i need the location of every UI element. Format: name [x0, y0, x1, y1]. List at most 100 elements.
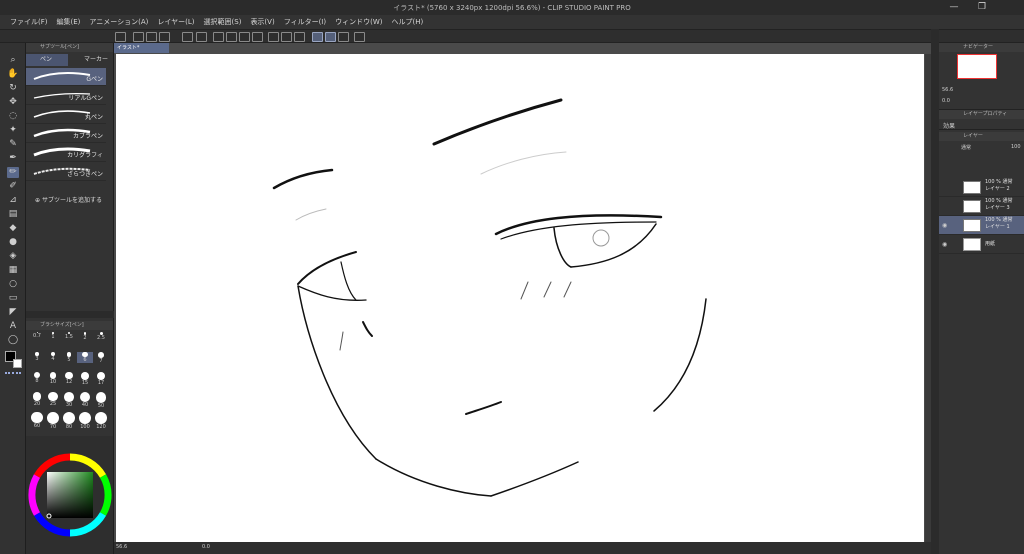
undo-icon[interactable]	[182, 32, 193, 42]
brush-tool-icon[interactable]: ✐	[7, 181, 19, 192]
brush-size-option[interactable]: 17	[93, 372, 109, 386]
hand-icon[interactable]: ✋	[7, 69, 19, 80]
lasso-icon[interactable]: ◌	[7, 111, 19, 122]
brush-size-option[interactable]: 5	[61, 352, 77, 363]
brush-size-option[interactable]: 1	[45, 332, 61, 340]
brush-size-option[interactable]: 30	[61, 392, 77, 408]
brush-size-option[interactable]: 8	[29, 372, 45, 384]
clip-studio-icon[interactable]	[115, 32, 126, 42]
eye-icon[interactable]: ◉	[942, 241, 947, 248]
navigator-angle[interactable]: 0.0	[942, 98, 950, 104]
brush-size-option[interactable]: 70	[45, 412, 61, 430]
menu-edit[interactable]: 編集(E)	[57, 15, 81, 29]
move-icon[interactable]: ✥	[7, 97, 19, 108]
zoom-icon[interactable]: ⌕	[7, 55, 19, 66]
brush-size-option[interactable]: 6	[77, 352, 93, 364]
blend-mode-select[interactable]: 通常	[961, 144, 971, 151]
menu-view[interactable]: 表示(V)	[250, 15, 274, 29]
menu-window[interactable]: ウィンドウ(W)	[335, 15, 382, 29]
brush-size-option[interactable]: 15	[77, 372, 93, 386]
menu-layer[interactable]: レイヤー(L)	[157, 15, 194, 29]
clear-icon[interactable]	[213, 32, 224, 42]
frame-icon[interactable]: ▭	[7, 293, 19, 304]
transform-icon[interactable]	[252, 32, 263, 42]
brush-size-option[interactable]: 20	[29, 392, 45, 407]
brush-size-option[interactable]: 25	[45, 392, 61, 407]
brush-size-option[interactable]: 7	[93, 352, 109, 364]
new-file-icon[interactable]	[133, 32, 144, 42]
menu-animation[interactable]: アニメーション(A)	[89, 15, 148, 29]
fill-icon[interactable]	[239, 32, 250, 42]
rotate-icon[interactable]: ↻	[7, 83, 19, 94]
navigator-zoom[interactable]: 56.6	[942, 87, 953, 93]
color-wheel[interactable]	[26, 436, 114, 554]
brush-round-pen[interactable]: 丸ペン	[26, 106, 106, 124]
redo-icon[interactable]	[196, 32, 207, 42]
brush-size-option[interactable]: 1.5	[61, 332, 77, 340]
brush-size-option[interactable]: 0.7	[29, 332, 45, 339]
brush-size-option[interactable]: 3	[29, 352, 45, 362]
add-subtool-button[interactable]: ⊕ サブツールを追加する	[35, 195, 102, 204]
brush-size-option[interactable]: 40	[77, 392, 93, 408]
brush-g-pen[interactable]: Gペン	[26, 68, 106, 86]
brush-size-option[interactable]: 2.5	[93, 332, 109, 341]
layer-row[interactable]: ◉ 100 % 通常 レイヤー 1	[939, 216, 1024, 235]
restore-button[interactable]: ❐	[968, 0, 996, 15]
blend-icon[interactable]: ●	[7, 237, 19, 248]
document-tab[interactable]: イラスト*	[114, 43, 169, 53]
brush-size-option[interactable]: 100	[77, 412, 93, 430]
menu-help[interactable]: ヘルプ(H)	[391, 15, 423, 29]
menu-file[interactable]: ファイル(F)	[10, 15, 48, 29]
balloon-icon[interactable]: ◯	[7, 335, 19, 346]
gradient-icon[interactable]: ▦	[7, 265, 19, 276]
minimize-button[interactable]: —	[940, 0, 968, 15]
brush-size-option[interactable]: 120	[93, 412, 109, 430]
brush-size-option[interactable]: 4	[45, 352, 61, 362]
brush-size-option[interactable]: 12	[61, 372, 77, 385]
crop-icon[interactable]	[281, 32, 292, 42]
brush-real-g-pen[interactable]: リアルGペン	[26, 87, 106, 105]
brush-size-option[interactable]: 60	[29, 412, 45, 429]
zoom-value[interactable]: 56.6	[116, 544, 127, 550]
open-folder-icon[interactable]	[146, 32, 157, 42]
navigator-preview[interactable]	[957, 54, 997, 79]
figure-icon[interactable]: ○	[7, 279, 19, 290]
layer-row[interactable]: 100 % 通常 レイヤー 2	[939, 178, 1024, 197]
clear-outside-icon[interactable]	[226, 32, 237, 42]
eye-icon[interactable]: ◉	[942, 222, 947, 229]
brush-size-option[interactable]: 80	[61, 412, 77, 430]
eyedropper-icon[interactable]: ✎	[7, 139, 19, 150]
deselect-icon[interactable]	[268, 32, 279, 42]
text-icon[interactable]: A	[7, 321, 19, 332]
snap-grid-icon[interactable]	[338, 32, 349, 42]
settings-icon[interactable]	[354, 32, 365, 42]
snap-ruler-icon[interactable]	[312, 32, 323, 42]
menu-filter[interactable]: フィルター(I)	[284, 15, 326, 29]
tab-pen[interactable]: ペン	[26, 54, 68, 66]
canvas[interactable]	[116, 54, 924, 542]
snap-special-ruler-icon[interactable]	[325, 32, 336, 42]
brush-calligraphy[interactable]: カリグラフィ	[26, 144, 106, 162]
menu-selection[interactable]: 選択範囲(S)	[204, 15, 242, 29]
layer-row[interactable]: 100 % 通常 レイヤー 3	[939, 197, 1024, 216]
brush-kabura-pen[interactable]: カブラペン	[26, 125, 106, 143]
brush-size-option[interactable]: 10	[45, 372, 61, 385]
airbrush-icon[interactable]: ⊿	[7, 195, 19, 206]
sub-color-swatch[interactable]	[13, 359, 22, 368]
brush-size-option[interactable]: 50	[93, 392, 109, 409]
brush-size-option[interactable]: 2	[77, 332, 93, 341]
eraser-icon[interactable]: ◆	[7, 223, 19, 234]
decoration-icon[interactable]: ▤	[7, 209, 19, 220]
angle-value[interactable]: 0.0	[202, 544, 210, 550]
pen-tool-icon[interactable]: ✒	[7, 153, 19, 164]
ruler-icon[interactable]: ◤	[7, 307, 19, 318]
layer-row[interactable]: ◉ 用紙	[939, 235, 1024, 254]
fill-tool-icon[interactable]: ◈	[7, 251, 19, 262]
tab-marker[interactable]: マーカー	[70, 54, 110, 66]
pencil-tool-icon[interactable]: ✏	[7, 167, 19, 178]
opacity-value[interactable]: 100	[1011, 144, 1021, 150]
transparent-color-icon[interactable]	[5, 372, 21, 376]
invert-selection-icon[interactable]	[294, 32, 305, 42]
brush-rough-pen[interactable]: ざらつきペン	[26, 163, 106, 181]
auto-select-icon[interactable]: ✦	[7, 125, 19, 136]
